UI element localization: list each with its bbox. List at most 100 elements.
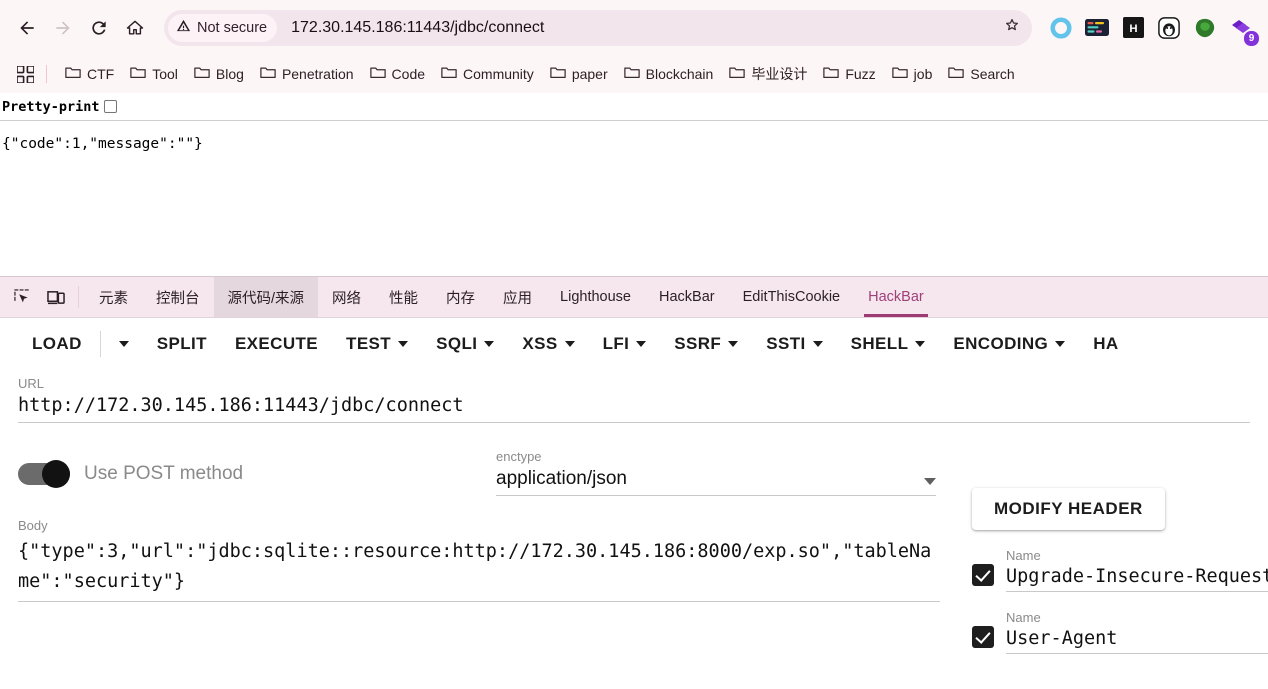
url-field-group: URL http://172.30.145.186:11443/jdbc/con…	[18, 376, 1250, 423]
button-label: SQLI	[436, 334, 478, 353]
back-button[interactable]	[10, 11, 44, 45]
bookmark-folder-tool[interactable]: Tool	[122, 61, 186, 88]
hackbar-panel: LOAD SPLIT EXECUTE TEST SQLI XSS LFI SSR…	[0, 318, 1268, 659]
tab-elements[interactable]: 元素	[85, 277, 142, 317]
device-toolbar-icon[interactable]	[42, 283, 70, 311]
tab-sources[interactable]: 源代码/来源	[213, 277, 319, 317]
load-dropdown-button[interactable]	[105, 335, 143, 353]
shell-menu-button[interactable]: SHELL	[837, 328, 940, 360]
home-button[interactable]	[118, 11, 152, 45]
tab-performance[interactable]: 性能	[375, 277, 432, 317]
purple-extensions-menu-icon[interactable]: 9	[1228, 15, 1259, 46]
ssti-menu-button[interactable]: SSTI	[752, 328, 836, 360]
folder-icon	[823, 65, 840, 84]
xss-menu-button[interactable]: XSS	[508, 328, 588, 360]
tab-label: 内存	[446, 290, 476, 307]
tab-memory[interactable]: 内存	[432, 277, 489, 317]
tab-label: EditThisCookie	[742, 289, 841, 305]
ring-extension-icon[interactable]	[1048, 15, 1074, 41]
browser-navigation-bar: Not secure 172.30.145.186:11443/jdbc/con…	[0, 0, 1268, 55]
bookmarks-bar: CTF Tool Blog Penetration Code Community…	[0, 55, 1268, 93]
use-post-method-toggle[interactable]	[18, 460, 70, 488]
hackbar-extension-icon[interactable]: H	[1120, 15, 1146, 41]
tab-console[interactable]: 控制台	[142, 277, 214, 317]
pretty-print-checkbox[interactable]	[103, 100, 117, 113]
bookmark-folder-paper[interactable]: paper	[542, 61, 616, 88]
url-text[interactable]: 172.30.145.186:11443/jdbc/connect	[277, 19, 996, 37]
chevron-down-icon	[564, 341, 575, 347]
toggle-knob	[42, 460, 70, 488]
header-enabled-checkbox[interactable]	[972, 564, 994, 586]
bookmark-folder-search[interactable]: Search	[940, 61, 1022, 88]
header-name-field-group: Name User-Agent	[1006, 610, 1268, 654]
bookmark-folder-fuzz[interactable]: Fuzz	[815, 61, 883, 88]
bookmark-folder-ctf[interactable]: CTF	[57, 61, 122, 88]
header-enabled-checkbox[interactable]	[972, 626, 994, 648]
sqli-menu-button[interactable]: SQLI	[422, 328, 508, 360]
load-button[interactable]: LOAD	[18, 328, 96, 360]
penguin-extension-icon[interactable]	[1156, 15, 1182, 41]
hackbar-form: URL http://172.30.145.186:11443/jdbc/con…	[0, 376, 1268, 654]
extension-badge-count: 9	[1244, 30, 1259, 46]
header-row: Name User-Agent	[972, 610, 1268, 654]
bookmark-star-button[interactable]	[996, 12, 1028, 44]
devtools-tab-bar: 元素 控制台 源代码/来源 网络 性能 内存 应用 Lighthouse Hac…	[0, 277, 1268, 318]
address-bar[interactable]: Not secure 172.30.145.186:11443/jdbc/con…	[164, 9, 1032, 46]
inspect-element-icon[interactable]	[8, 283, 36, 311]
bookmark-folder-blog[interactable]: Blog	[186, 61, 252, 88]
extension-icons: H 9	[1040, 15, 1259, 46]
header-name-label: Name	[1006, 610, 1041, 625]
bookmark-folder-community[interactable]: Community	[433, 61, 542, 88]
bookmark-folder-code[interactable]: Code	[362, 61, 433, 88]
split-button[interactable]: SPLIT	[143, 328, 221, 360]
button-label: SSRF	[674, 334, 722, 353]
bookmark-label: Fuzz	[845, 66, 876, 82]
enctype-label: enctype	[496, 449, 542, 464]
home-icon	[125, 18, 145, 38]
tab-hackbar-active[interactable]: HackBar	[854, 277, 938, 317]
tab-lighthouse[interactable]: Lighthouse	[546, 277, 645, 317]
tab-application[interactable]: 应用	[489, 277, 546, 317]
tab-label: 控制台	[156, 290, 200, 307]
ssrf-menu-button[interactable]: SSRF	[660, 328, 752, 360]
tab-label: 应用	[503, 290, 533, 307]
tab-editthiscookie[interactable]: EditThisCookie	[729, 277, 855, 317]
button-label: SPLIT	[156, 334, 207, 353]
enctype-select[interactable]: application/json	[496, 468, 936, 496]
chevron-down-icon	[484, 341, 495, 347]
forward-button[interactable]	[46, 11, 80, 45]
site-security-chip[interactable]: Not secure	[168, 13, 278, 42]
button-label: TEST	[346, 334, 392, 353]
modify-header-column: MODIFY HEADER Name Upgrade-Insecure-Requ…	[972, 488, 1268, 654]
bookmark-label: job	[913, 66, 933, 82]
body-textarea[interactable]: {"type":3,"url":"jdbc:sqlite::resource:h…	[18, 537, 940, 602]
reload-button[interactable]	[82, 11, 116, 45]
header-name-input[interactable]: User-Agent	[1006, 628, 1268, 654]
button-label: SHELL	[850, 334, 909, 353]
tab-label: 源代码/来源	[227, 290, 305, 307]
tab-network[interactable]: 网络	[318, 277, 375, 317]
bookmark-folder-penetration[interactable]: Penetration	[252, 61, 362, 88]
modify-header-button[interactable]: MODIFY HEADER	[972, 488, 1165, 530]
post-method-group: Use POST method	[18, 449, 496, 488]
folder-icon	[623, 65, 640, 84]
svg-text:H: H	[1129, 23, 1137, 35]
execute-button[interactable]: EXECUTE	[221, 328, 332, 360]
url-input[interactable]: http://172.30.145.186:11443/jdbc/connect	[18, 395, 1250, 423]
hashing-menu-button[interactable]: HA	[1079, 328, 1132, 360]
bookmark-folder-blockchain[interactable]: Blockchain	[616, 61, 722, 88]
bookmark-folder-graduation-design[interactable]: 毕业设计	[721, 60, 815, 88]
header-name-input[interactable]: Upgrade-Insecure-Requests	[1006, 566, 1268, 592]
bookmark-label: Search	[970, 66, 1015, 82]
encoding-menu-button[interactable]: ENCODING	[939, 328, 1079, 360]
tab-label: 性能	[389, 290, 419, 307]
bookmark-folder-job[interactable]: job	[884, 61, 941, 88]
reload-icon	[89, 18, 109, 38]
green-blob-extension-icon[interactable]	[1192, 15, 1218, 41]
lfi-menu-button[interactable]: LFI	[589, 328, 661, 360]
apps-grid-icon[interactable]	[12, 61, 38, 87]
test-menu-button[interactable]: TEST	[332, 328, 422, 360]
bookmark-label: Blog	[215, 66, 244, 82]
tab-hackbar[interactable]: HackBar	[645, 277, 729, 317]
wappalyzer-extension-icon[interactable]	[1084, 15, 1110, 41]
